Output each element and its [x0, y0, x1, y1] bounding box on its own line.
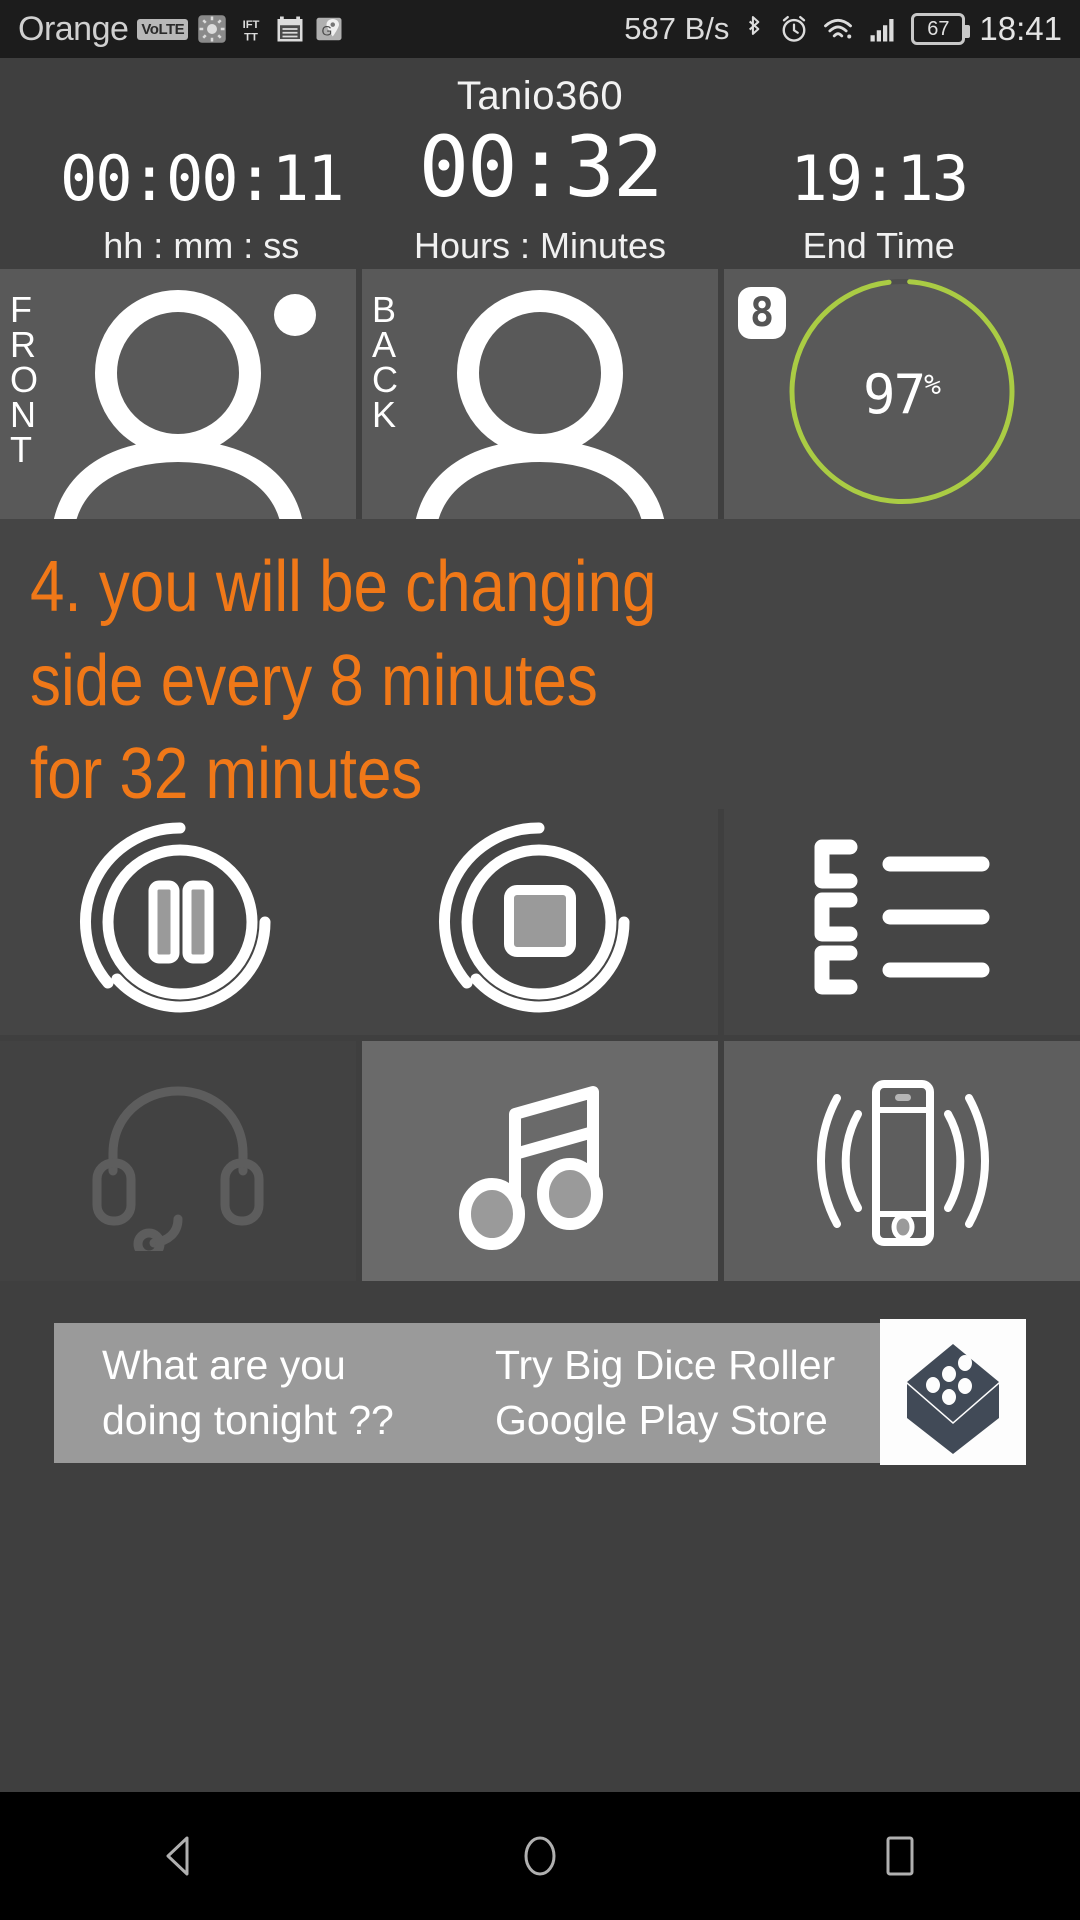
svg-text:G: G [322, 23, 333, 38]
ad-logo [880, 1319, 1026, 1465]
calendar-icon [277, 16, 303, 42]
transport-controls [0, 809, 719, 1035]
progress-percent: 97% [863, 363, 941, 426]
white-dot-indicator [274, 294, 316, 336]
stop-button[interactable] [359, 809, 719, 1035]
back-nav-icon [166, 1836, 189, 1876]
instruction-panel: 4. you will be changing side every 8 min… [0, 519, 1080, 814]
cellular-signal-icon [870, 19, 894, 42]
list-button[interactable] [724, 809, 1080, 1035]
elapsed-timer-value: 00:00:11 [59, 142, 345, 216]
status-bar: Orange VoLTE IFT TT G 587 B/s 67 18:41 [0, 0, 1080, 58]
back-panel[interactable]: B A C K [362, 269, 718, 519]
interval-badge-value: 8 [749, 290, 775, 336]
android-nav-bar [0, 1792, 1080, 1920]
network-speed-label: 587 B/s [624, 11, 730, 46]
interval-badge: 8 [738, 287, 786, 339]
end-timer[interactable]: 19:13 End Time [717, 146, 1040, 267]
ad-line-2: doing tonight ?? [102, 1397, 394, 1443]
status-clock: 18:41 [979, 10, 1062, 47]
wifi-icon [824, 18, 853, 39]
ad-line-3: Try Big Dice Roller [495, 1341, 836, 1388]
instruction-line-2: side every 8 minutes [30, 640, 598, 721]
duration-timer-value: 00:32 [418, 118, 664, 216]
instruction-line-3: for 32 minutes [30, 734, 423, 815]
carrier-label: Orange [18, 9, 129, 48]
pause-button[interactable] [0, 809, 360, 1035]
home-nav-button[interactable] [465, 1792, 615, 1920]
svg-text:IFT: IFT [243, 19, 260, 31]
ad-banner[interactable]: What are you doing tonight ?? Try Big Di… [54, 1319, 1026, 1465]
svg-text:TT: TT [244, 31, 258, 43]
back-panel-label: B A C K [372, 289, 399, 435]
percent-symbol: % [924, 367, 941, 401]
app-root: Orange VoLTE IFT TT G 587 B/s 67 18:41 T… [0, 0, 1080, 1920]
volte-badge: VoLTE [137, 18, 189, 40]
headset-icon [92, 1086, 264, 1251]
ad-text-left: What are you doing tonight ?? [54, 1323, 487, 1463]
bluetooth-icon [749, 16, 760, 35]
elapsed-timer[interactable]: 00:00:11 hh : mm : ss [40, 146, 363, 267]
end-timer-label: End Time [802, 225, 955, 267]
brightness-icon [198, 15, 226, 43]
page-title: Tanio360 [456, 74, 624, 118]
battery-indicator: 67 [911, 13, 971, 45]
ad-text-right: Try Big Dice Roller Google Play Store [487, 1323, 880, 1463]
recents-nav-icon [886, 1836, 914, 1876]
ifttt-icon: IFT TT [243, 19, 260, 44]
list-icon [814, 839, 990, 995]
elapsed-timer-label: hh : mm : ss [103, 225, 300, 267]
progress-panel[interactable]: 8 97% [724, 269, 1080, 519]
progress-ring-wrap: 97% [784, 274, 1020, 515]
status-panels: F R O N T B A C K 8 97% [0, 269, 1080, 519]
music-button[interactable] [362, 1041, 718, 1281]
headset-button[interactable] [0, 1041, 356, 1281]
music-note-icon [459, 1086, 603, 1250]
person-back-icon [415, 290, 665, 519]
front-panel[interactable]: F R O N T [0, 269, 356, 519]
control-row-media [0, 1041, 1080, 1281]
stop-icon [438, 822, 630, 1013]
maps-icon: G [316, 17, 342, 41]
phone-vibrate-icon [816, 1080, 990, 1246]
end-timer-value: 19:13 [790, 142, 969, 216]
battery-level-label: 67 [927, 18, 950, 40]
vibrate-button[interactable] [724, 1041, 1080, 1281]
instruction-line-1: 4. you will be changing [30, 547, 657, 627]
control-row-primary [0, 809, 1080, 1035]
progress-percent-value: 97 [863, 362, 926, 426]
duration-timer-label: Hours : Minutes [413, 225, 667, 267]
back-nav-button[interactable] [105, 1792, 255, 1920]
home-nav-icon [524, 1836, 556, 1876]
front-panel-label: F R O N T [10, 289, 40, 470]
status-bar-right: 587 B/s 67 18:41 [624, 10, 1062, 48]
ad-line-4: Google Play Store [495, 1397, 828, 1443]
timer-header: Tanio360 00:00:11 hh : mm : ss 00:32 Hou… [0, 58, 1080, 269]
recents-nav-button[interactable] [825, 1792, 975, 1920]
pause-icon [79, 822, 271, 1013]
duration-timer[interactable]: 00:32 Hours : Minutes [363, 123, 718, 267]
dice-logo-icon [887, 1326, 1019, 1458]
alarm-icon [782, 15, 806, 42]
timer-row: 00:00:11 hh : mm : ss 00:32 Hours : Minu… [0, 119, 1080, 267]
ad-line-1: What are you [102, 1341, 346, 1388]
status-bar-left: Orange VoLTE IFT TT G [18, 10, 344, 49]
